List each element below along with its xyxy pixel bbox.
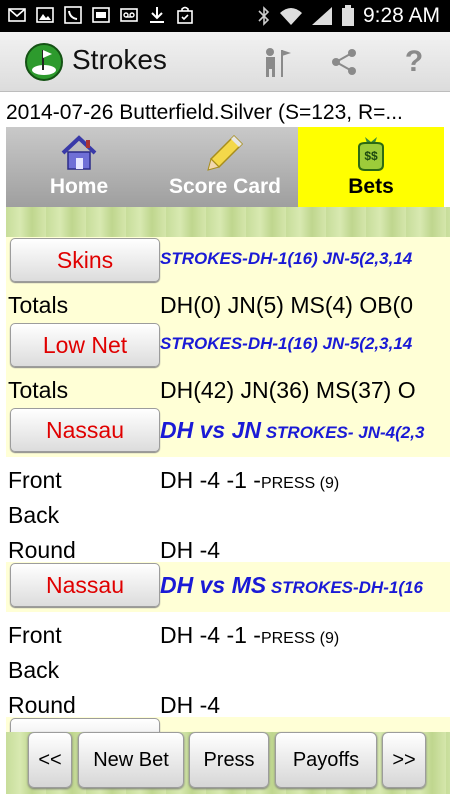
front-value: DH -4 -1 -PRESS (9) [160, 622, 339, 649]
press-button[interactable]: Press [189, 732, 269, 788]
bet-description: STROKES-DH-1(16) JN-5(2,3,14 [160, 249, 412, 269]
house-icon [61, 135, 97, 170]
tab-bets[interactable]: $$ Bets [298, 127, 444, 207]
clock: 9:28 AM [362, 4, 440, 27]
bet-row-skins: Skins STROKES-DH-1(16) JN-5(2,3,14 [6, 237, 450, 287]
bet-button-partial[interactable] [10, 718, 160, 732]
press-text: PRESS (9) [260, 475, 340, 492]
status-bar: 9:28 AM [0, 0, 450, 32]
bet-matchup: DH vs JN [160, 417, 261, 443]
bet-row-nassau: Nassau DH vs JN STROKES- JN-4(2,3 [6, 407, 450, 457]
golfer-flag-icon [266, 48, 291, 77]
front-label: Front [8, 467, 62, 493]
totals-value: DH(42) JN(36) MS(37) O [160, 377, 416, 403]
skins-button[interactable]: Skins [10, 238, 160, 282]
front-row: Front DH -4 -1 -PRESS (9) [6, 462, 450, 497]
front-row: Front DH -4 -1 -PRESS (9) [6, 617, 450, 652]
signal-icon [311, 7, 332, 25]
gallery-icon [36, 7, 54, 23]
pencil-icon [207, 134, 244, 171]
new-bet-button[interactable]: New Bet [78, 732, 184, 788]
totals-label: Totals [8, 292, 69, 318]
back-row: Back [6, 497, 450, 532]
tab-score-card-label: Score Card [168, 175, 282, 198]
front-label: Front [8, 622, 62, 648]
totals-label: Totals [8, 377, 69, 403]
battery-icon [341, 5, 354, 26]
help-icon[interactable]: ? [396, 44, 432, 80]
money-bag-icon: $$ [358, 137, 384, 171]
back-row: Back [6, 652, 450, 687]
round-label: Round [8, 537, 76, 563]
notification-icons [8, 6, 194, 24]
app-bar: Strokes ? [0, 32, 450, 92]
bet-desc-text: STROKES-DH-1(16) JN-5(2,3,14 [160, 334, 413, 353]
app-logo-icon[interactable] [24, 42, 64, 82]
back-label: Back [8, 657, 60, 683]
totals-value: DH(0) JN(5) MS(4) OB(0 [160, 292, 414, 318]
low-net-button[interactable]: Low Net [10, 323, 160, 367]
front-score: DH -4 -1 - [160, 622, 261, 648]
share-button[interactable] [326, 44, 362, 80]
bet-desc-text: STROKES-DH-1(16) JN-5(2,3,14 [160, 249, 413, 268]
round-value: DH -4 [160, 537, 221, 563]
bet-description: DH vs MS STROKES-DH-1(16 [160, 572, 423, 599]
totals-row: Totals DH(0) JN(5) MS(4) OB(0 [6, 287, 450, 322]
app-title: Strokes [72, 44, 167, 75]
nassau-button[interactable]: Nassau [10, 408, 160, 452]
round-label: Round [8, 692, 76, 718]
tab-score-card[interactable]: Score Card [152, 127, 298, 207]
phone-icon [64, 6, 82, 24]
bets-list[interactable]: Skins STROKES-DH-1(16) JN-5(2,3,14 Total… [6, 237, 450, 732]
svg-text:$$: $$ [364, 149, 378, 163]
golfer-flag-button[interactable] [258, 44, 294, 80]
bet-description: STROKES-DH-1(16) JN-5(2,3,14 [160, 334, 412, 354]
totals-row: Totals DH(42) JN(36) MS(37) O [6, 372, 450, 407]
bet-row-nassau: Nassau DH vs MS STROKES-DH-1(16 [6, 562, 450, 612]
front-score: DH -4 -1 - [160, 467, 261, 493]
back-label: Back [8, 502, 60, 528]
shopping-bag-icon [177, 6, 193, 24]
tab-home[interactable]: Home [6, 127, 152, 207]
bet-desc-text: STROKES-DH-1(16 [266, 578, 423, 597]
bet-row-low-net: Low Net STROKES-DH-1(16) JN-5(2,3,14 [6, 322, 450, 372]
next-button[interactable]: >> [382, 732, 426, 788]
bet-desc-text: STROKES- JN-4(2,3 [260, 423, 425, 442]
zone-icon [92, 7, 110, 23]
tab-bar: Home Score Card $$ Bets [6, 127, 444, 207]
nassau-button[interactable]: Nassau [10, 563, 160, 607]
system-icons: 9:28 AM [257, 4, 440, 28]
bet-matchup: DH vs MS [160, 572, 267, 598]
payoffs-button[interactable]: Payoffs [275, 732, 377, 788]
bet-row-partial [6, 717, 450, 732]
tab-bets-label: Bets [348, 175, 394, 198]
wifi-icon [279, 8, 302, 25]
download-icon [150, 7, 164, 23]
grass-divider [6, 207, 450, 237]
front-value: DH -4 -1 -PRESS (9) [160, 467, 339, 494]
round-value: DH -4 [160, 692, 221, 718]
prev-button[interactable]: << [28, 732, 72, 788]
bottom-toolbar: << New Bet Press Payoffs >> [6, 732, 450, 794]
tab-home-label: Home [49, 175, 109, 198]
press-text: PRESS (9) [260, 630, 340, 647]
bet-description: DH vs JN STROKES- JN-4(2,3 [160, 417, 424, 444]
bluetooth-icon [258, 6, 270, 26]
mail-icon [8, 8, 26, 22]
voicemail-icon [120, 8, 138, 22]
share-icon [332, 49, 356, 75]
round-info: 2014-07-26 Butterfield.Silver (S=123, R=… [6, 101, 403, 124]
